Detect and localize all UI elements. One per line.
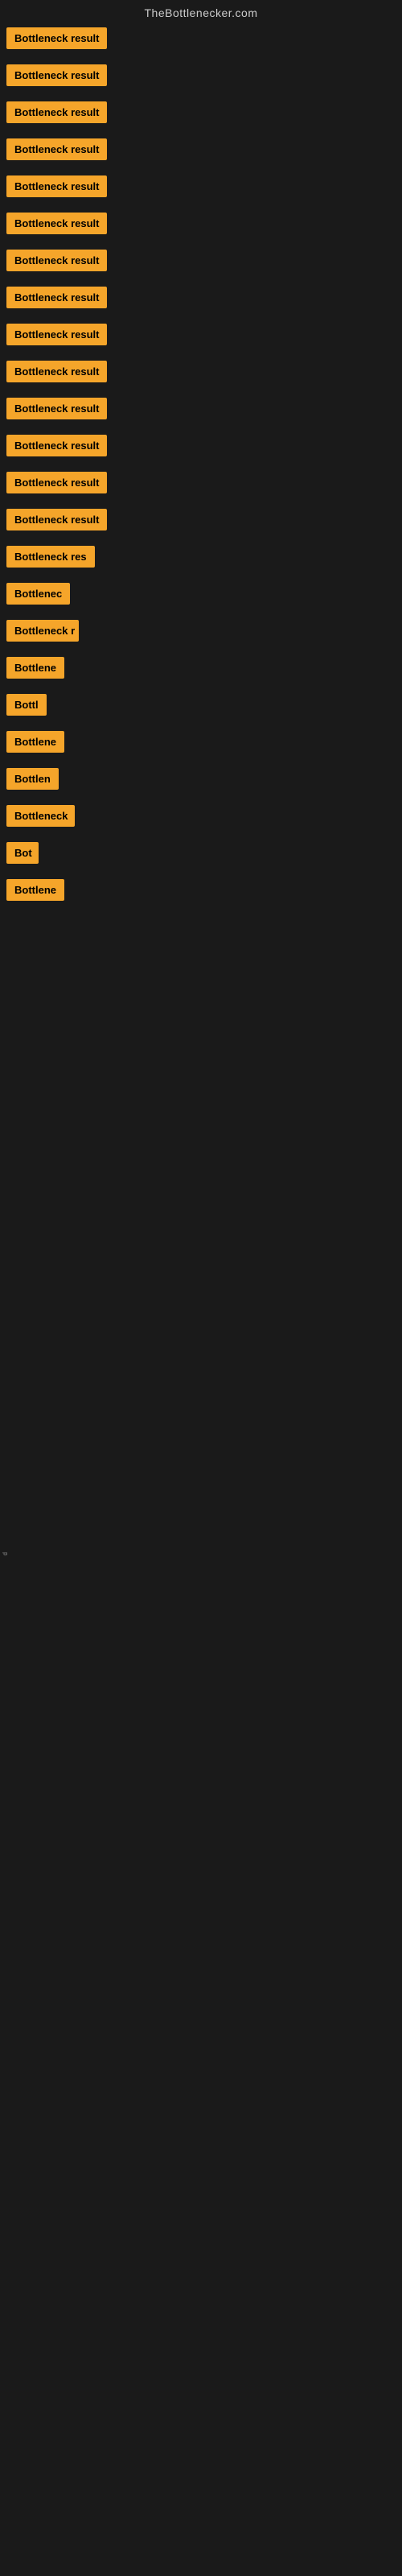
bottleneck-row: Bottleneck result <box>0 23 402 58</box>
bottleneck-badge[interactable]: Bottleneck <box>6 805 75 827</box>
bottleneck-badge[interactable]: Bottleneck result <box>6 287 107 308</box>
bottleneck-row: Bottleneck result <box>0 282 402 317</box>
bottleneck-row: Bottleneck result <box>0 319 402 354</box>
bottleneck-badge[interactable]: Bottleneck result <box>6 64 107 86</box>
bottleneck-row: Bottl <box>0 689 402 724</box>
bottleneck-row: Bottleneck r <box>0 615 402 650</box>
bottleneck-badge[interactable]: Bottlene <box>6 657 64 679</box>
bottleneck-badge[interactable]: Bottleneck result <box>6 27 107 49</box>
bottleneck-row: Bottleneck result <box>0 245 402 280</box>
page-wrapper: TheBottlenecker.com Bottleneck resultBot… <box>0 0 402 2038</box>
bottleneck-badge[interactable]: Bottleneck res <box>6 546 95 568</box>
bottleneck-row: Bottlene <box>0 726 402 762</box>
bottom-label: d <box>2 1552 9 1555</box>
bottleneck-badge[interactable]: Bottlen <box>6 768 59 790</box>
bottleneck-badge[interactable]: Bottleneck result <box>6 361 107 382</box>
bottleneck-badge[interactable]: Bottlenec <box>6 583 70 605</box>
bottleneck-badge[interactable]: Bottleneck result <box>6 509 107 530</box>
bottleneck-badge[interactable]: Bottl <box>6 694 47 716</box>
bottleneck-badge[interactable]: Bottlene <box>6 731 64 753</box>
bottleneck-row: Bottlene <box>0 652 402 687</box>
bottleneck-row: Bot <box>0 837 402 873</box>
bottleneck-row: Bottleneck result <box>0 393 402 428</box>
bottleneck-badge[interactable]: Bottleneck result <box>6 175 107 197</box>
bottleneck-badge[interactable]: Bottleneck result <box>6 435 107 456</box>
bottleneck-badge[interactable]: Bottleneck result <box>6 472 107 493</box>
bottleneck-row: Bottleneck result <box>0 134 402 169</box>
bottleneck-row: Bottleneck <box>0 800 402 836</box>
bottleneck-row: Bottlen <box>0 763 402 799</box>
bottleneck-row: Bottlenec <box>0 578 402 613</box>
bottleneck-badge[interactable]: Bottleneck result <box>6 250 107 271</box>
site-header: TheBottlenecker.com <box>0 0 402 23</box>
bottleneck-row: Bottleneck result <box>0 97 402 132</box>
bottom-area: d <box>0 911 402 2038</box>
bottleneck-badge[interactable]: Bottleneck result <box>6 101 107 123</box>
bottleneck-badge[interactable]: Bottleneck r <box>6 620 79 642</box>
bottleneck-row: Bottleneck result <box>0 60 402 95</box>
bottleneck-badge[interactable]: Bottleneck result <box>6 324 107 345</box>
bottleneck-badge[interactable]: Bottlene <box>6 879 64 901</box>
bottleneck-badge[interactable]: Bottleneck result <box>6 398 107 419</box>
bottleneck-row: Bottleneck result <box>0 356 402 391</box>
bottleneck-badge[interactable]: Bottleneck result <box>6 138 107 160</box>
bottleneck-row: Bottleneck result <box>0 208 402 243</box>
bottleneck-badge[interactable]: Bottleneck result <box>6 213 107 234</box>
bottleneck-row: Bottlene <box>0 874 402 910</box>
items-list: Bottleneck result Bottleneck result Bottle… <box>0 23 402 910</box>
bottleneck-row: Bottleneck result <box>0 430 402 465</box>
bottleneck-row: Bottleneck result <box>0 467 402 502</box>
bottleneck-row: Bottleneck res <box>0 541 402 576</box>
bottleneck-row: Bottleneck result <box>0 171 402 206</box>
bottleneck-badge[interactable]: Bot <box>6 842 39 864</box>
bottleneck-row: Bottleneck result <box>0 504 402 539</box>
